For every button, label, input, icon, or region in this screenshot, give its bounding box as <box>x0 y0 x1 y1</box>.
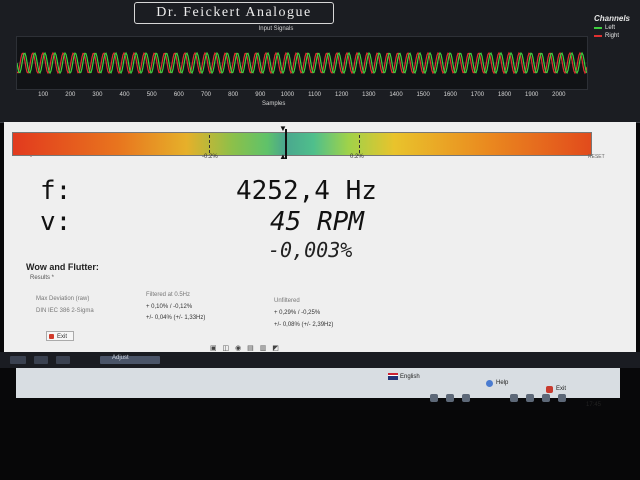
monitor-screen: Dr. Feickert Analogue Input Signals 100 2… <box>0 0 640 480</box>
x-tick-label: 800 <box>228 92 239 98</box>
meter-arrow-up-icon: ▲ <box>279 152 287 161</box>
x-tick-label: 1400 <box>389 92 403 98</box>
waveform-plot <box>16 36 588 90</box>
exit-icon <box>49 334 54 339</box>
legend-right-label: Right <box>605 33 620 39</box>
x-tick-label: 900 <box>255 92 266 98</box>
x-tick-label: 100 <box>38 92 49 98</box>
windows-taskbar: Adjust <box>0 352 640 368</box>
help-button[interactable]: Help <box>496 380 508 386</box>
unfiltered-max-deviation: + 0,29% / -0,25% <box>274 310 321 316</box>
unfiltered-header: Unfiltered <box>274 298 300 304</box>
x-tick-label: 600 <box>173 92 184 98</box>
meter-left-label: -0.2% <box>202 154 218 160</box>
meter-left-end: - <box>30 154 32 160</box>
taskbar-app-label: Adjust <box>112 355 129 361</box>
x-tick-label: 300 <box>92 92 103 98</box>
help-icon <box>486 380 493 387</box>
right-swatch <box>594 35 602 37</box>
x-tick-label: 2000 <box>552 92 566 98</box>
wow-flutter-title: Wow and Flutter: <box>26 262 99 272</box>
x-tick-label: 1900 <box>525 92 539 98</box>
filtered-max-deviation: + 0,10% / -0,12% <box>146 304 193 310</box>
x-axis-label: Samples <box>262 101 286 107</box>
speed-label: v: <box>40 207 72 237</box>
taskbar-clock: 17:45 <box>586 402 602 408</box>
x-tick-label: 500 <box>146 92 157 98</box>
unfiltered-din-value: +/- 0,08% (+/- 2,39Hz) <box>274 322 334 328</box>
meter-reset-label[interactable]: RESET <box>588 154 605 160</box>
tray-icon[interactable] <box>542 394 550 402</box>
meter-mark-left <box>209 135 210 153</box>
x-tick-label: 400 <box>119 92 130 98</box>
waveform-svg <box>17 51 587 75</box>
tray-icon[interactable] <box>462 394 470 402</box>
x-tick-label: 1300 <box>362 92 376 98</box>
taskbar-app-button[interactable] <box>100 356 160 364</box>
legend-right[interactable]: Right <box>594 33 638 39</box>
x-tick-label: 1700 <box>470 92 485 98</box>
x-tick-label: 1200 <box>335 92 349 98</box>
measurement-panel <box>4 122 636 352</box>
tray-icon[interactable] <box>446 394 454 402</box>
legend-left[interactable]: Left <box>594 25 638 31</box>
channels-title: Channels <box>594 14 631 23</box>
filtered-din-value: +/- 0,04% (+/- 1,33Hz) <box>146 315 206 321</box>
tray-icon[interactable] <box>430 394 438 402</box>
speed-deviation-value: -0,003% <box>268 238 353 262</box>
speed-deviation-meter <box>12 129 592 159</box>
x-axis-ticks: 100 200 300 400 500 600 700 800 900 1000 1100 1200 1… <box>16 92 586 102</box>
language-selector[interactable]: English <box>400 374 420 380</box>
x-tick-label: 700 <box>200 92 212 98</box>
x-tick-label: 1600 <box>443 92 457 98</box>
legend-left-label: Left <box>605 25 616 31</box>
meter-right-label: 0.2% <box>350 154 364 160</box>
tray-icon[interactable] <box>510 394 518 402</box>
frequency-value: 4252,4 Hz <box>236 176 377 206</box>
monitor-bezel <box>0 410 640 480</box>
input-signal-panel: Dr. Feickert Analogue Input Signals 100 2… <box>0 0 640 123</box>
left-swatch <box>594 27 602 29</box>
input-signals-title: Input Signals <box>258 26 294 32</box>
x-tick-label: 1100 <box>308 92 322 98</box>
uk-flag-icon <box>388 373 398 380</box>
start-icon[interactable] <box>10 356 26 364</box>
din-iec-label: DIN IEC 386 2-Sigma <box>36 308 94 314</box>
frequency-label: f: <box>40 176 72 206</box>
speed-value: 45 RPM <box>270 207 364 237</box>
filtered-header: Filtered at 0.5Hz <box>146 292 191 298</box>
x-tick-label: 1500 <box>416 92 430 98</box>
toolbar-icons[interactable]: ▣ ◫ ◉ ▤ ▥ ◩ <box>210 344 281 352</box>
channels-legend: Channels Left Right <box>594 14 638 39</box>
explorer-icon[interactable] <box>34 356 48 364</box>
app-logo: Dr. Feickert Analogue <box>134 2 334 24</box>
max-deviation-label: Max Deviation (raw) <box>36 296 90 302</box>
results-dropdown[interactable]: Results * <box>30 275 54 281</box>
browser-icon[interactable] <box>56 356 70 364</box>
x-tick-label: 1000 <box>280 92 295 98</box>
meter-mark-right <box>359 135 360 153</box>
tray-icon[interactable] <box>526 394 534 402</box>
x-tick-label: 200 <box>65 92 76 98</box>
tray-icon[interactable] <box>558 394 566 402</box>
x-tick-label: 1800 <box>497 92 512 98</box>
